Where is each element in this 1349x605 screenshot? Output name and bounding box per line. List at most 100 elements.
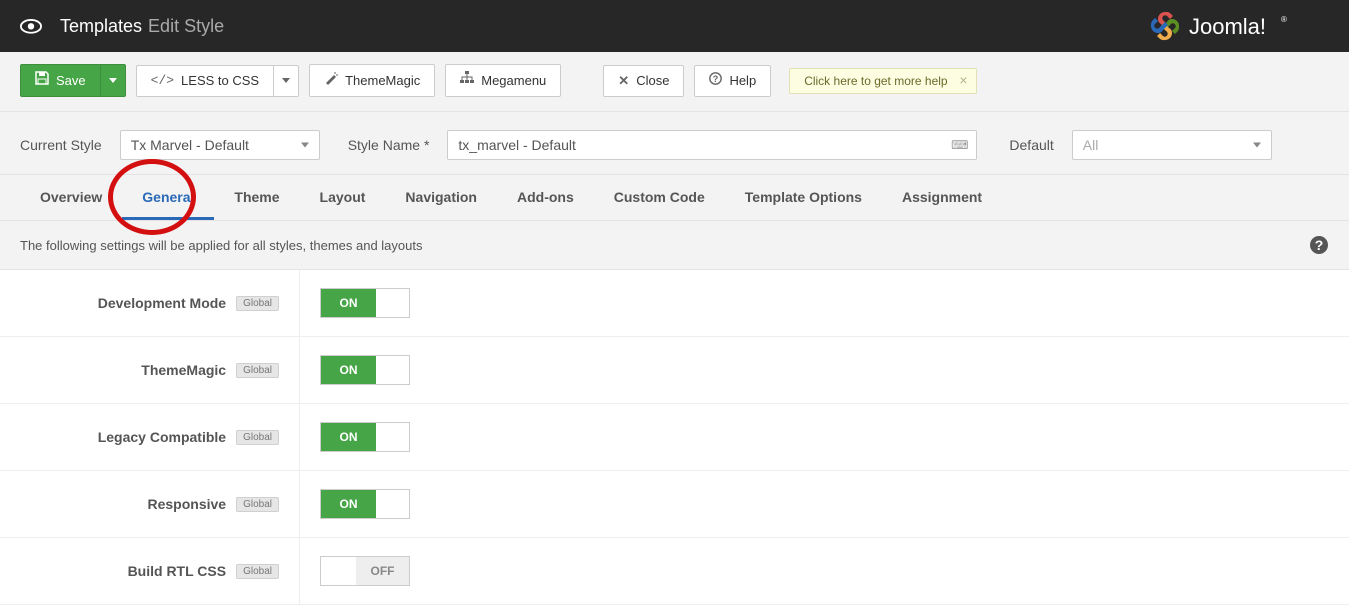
switch-knob: [376, 490, 409, 518]
switch-on-label: ON: [321, 289, 376, 317]
switch-on-label: ON: [321, 356, 376, 384]
setting-control: ON: [300, 337, 430, 403]
style-name-label: Style Name *: [348, 137, 430, 153]
help-note-text: Click here to get more help: [804, 74, 947, 88]
caret-down-icon: [109, 78, 117, 83]
setting-label: Development Mode: [98, 295, 226, 311]
info-text: The following settings will be applied f…: [20, 238, 423, 253]
svg-text:?: ?: [1315, 237, 1324, 253]
tab-custom-code[interactable]: Custom Code: [594, 175, 725, 220]
wand-icon: [324, 71, 338, 90]
setting-labelcell: Legacy Compatible Global: [0, 404, 300, 470]
switch-on-label: ON: [321, 423, 376, 451]
setting-label: ThemeMagic: [141, 362, 226, 378]
style-name-input[interactable]: tx_marvel - Default ⌨: [447, 130, 977, 160]
thememagic-button[interactable]: ThemeMagic: [309, 64, 435, 97]
save-button-group: Save: [20, 64, 126, 97]
setting-label: Build RTL CSS: [128, 563, 227, 579]
tab-overview[interactable]: Overview: [20, 175, 122, 220]
tab-add-ons[interactable]: Add-ons: [497, 175, 594, 220]
default-select[interactable]: All: [1072, 130, 1272, 160]
save-button[interactable]: Save: [20, 64, 101, 97]
toggle-switch[interactable]: ON: [320, 422, 410, 452]
close-button[interactable]: ✕ Close: [603, 65, 684, 97]
switch-off-label: OFF: [356, 557, 409, 585]
joomla-logo: Joomla! ®: [1149, 0, 1329, 52]
tab-theme[interactable]: Theme: [214, 175, 299, 220]
setting-control: ON: [300, 404, 430, 470]
current-style-label: Current Style: [20, 137, 102, 153]
save-icon: [35, 71, 49, 90]
setting-row: Development Mode Global ON: [0, 270, 1349, 337]
global-badge: Global: [236, 430, 279, 445]
switch-knob: [376, 289, 409, 317]
code-icon: </>: [151, 72, 174, 90]
close-note-icon[interactable]: ×: [959, 72, 967, 88]
default-value: All: [1083, 137, 1099, 153]
save-dropdown-button[interactable]: [101, 64, 126, 97]
configbar: Current Style Tx Marvel - Default Style …: [0, 112, 1349, 175]
switch-knob: [321, 557, 356, 585]
toggle-switch[interactable]: ON: [320, 288, 410, 318]
less-to-css-button[interactable]: </> LESS to CSS: [136, 65, 274, 97]
help-label: Help: [729, 72, 756, 90]
keyboard-icon: ⌨: [951, 138, 968, 152]
setting-labelcell: ResponsiveGlobal: [0, 471, 300, 537]
current-style-select[interactable]: Tx Marvel - Default: [120, 130, 320, 160]
chevron-down-icon: [301, 143, 309, 148]
setting-row: ResponsiveGlobal ON: [0, 471, 1349, 538]
setting-control: ON: [300, 270, 430, 336]
global-badge: Global: [236, 296, 279, 311]
settings-panel: Development Mode Global ON ThemeMagic Global…: [0, 270, 1349, 605]
switch-knob: [376, 356, 409, 384]
tab-general[interactable]: General: [122, 175, 214, 220]
toggle-switch[interactable]: OFF: [320, 556, 410, 586]
toolbar: Save </> LESS to CSS ThemeMagic Megamenu…: [0, 52, 1349, 112]
help-circle-icon[interactable]: ?: [1309, 235, 1329, 255]
toggle-switch[interactable]: ON: [320, 355, 410, 385]
setting-row: Legacy Compatible Global ON: [0, 404, 1349, 471]
setting-row: Build RTL CSS Global OFF: [0, 538, 1349, 605]
global-badge: Global: [236, 363, 279, 378]
less-label: LESS to CSS: [181, 72, 259, 90]
sitemap-icon: [460, 71, 474, 90]
setting-row: ThemeMagic Global ON: [0, 337, 1349, 404]
setting-labelcell: ThemeMagic Global: [0, 337, 300, 403]
svg-text:®: ®: [1281, 15, 1287, 24]
tab-assignment[interactable]: Assignment: [882, 175, 1002, 220]
less-dropdown-button[interactable]: [274, 65, 299, 97]
close-icon: ✕: [618, 72, 629, 90]
tab-layout[interactable]: Layout: [300, 175, 386, 220]
global-badge: Global: [236, 497, 279, 512]
tab-navigation[interactable]: Navigation: [385, 175, 497, 220]
megamenu-label: Megamenu: [481, 72, 546, 90]
tabs: OverviewGeneralThemeLayoutNavigationAdd-…: [0, 175, 1349, 221]
help-button[interactable]: ? Help: [694, 65, 771, 97]
eye-icon: [20, 19, 42, 33]
default-label: Default: [1009, 137, 1053, 153]
save-label: Save: [56, 72, 86, 90]
setting-label: Legacy Compatible: [98, 429, 226, 445]
page-subtitle: Edit Style: [148, 16, 224, 37]
topbar: Templates Edit Style Joomla! ®: [0, 0, 1349, 52]
infobar: The following settings will be applied f…: [0, 221, 1349, 270]
page-title: Templates: [60, 16, 142, 37]
setting-control: OFF: [300, 538, 430, 604]
caret-down-icon: [282, 78, 290, 83]
global-badge: Global: [236, 564, 279, 579]
tab-template-options[interactable]: Template Options: [725, 175, 882, 220]
megamenu-button[interactable]: Megamenu: [445, 64, 561, 97]
style-name-value: tx_marvel - Default: [458, 137, 575, 153]
current-style-value: Tx Marvel - Default: [131, 137, 249, 153]
help-note[interactable]: Click here to get more help ×: [789, 68, 976, 94]
thememagic-label: ThemeMagic: [345, 72, 420, 90]
svg-text:Joomla!: Joomla!: [1189, 14, 1266, 39]
close-label: Close: [636, 72, 669, 90]
less-button-group: </> LESS to CSS: [136, 65, 299, 97]
setting-control: ON: [300, 471, 430, 537]
help-icon: ?: [709, 72, 722, 90]
setting-labelcell: Build RTL CSS Global: [0, 538, 300, 604]
switch-knob: [376, 423, 409, 451]
toggle-switch[interactable]: ON: [320, 489, 410, 519]
setting-labelcell: Development Mode Global: [0, 270, 300, 336]
